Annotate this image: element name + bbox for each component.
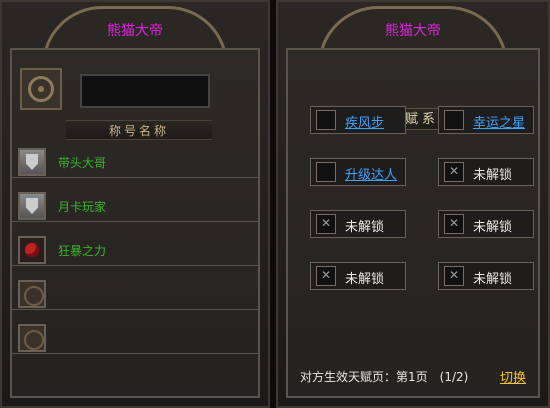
- title-row[interactable]: 狂暴之力: [12, 236, 258, 266]
- talent-footer: 对方生效天赋页：第1页 (1/2) 切换: [296, 366, 530, 386]
- talent-panel: 熊猫大帝 天赋系统 疾风步 幸运之星 升级达人 未解锁 未解锁 未解锁: [276, 0, 550, 408]
- empty-slot-icon: [18, 280, 46, 308]
- talent-slot[interactable]: 未解锁: [438, 262, 534, 290]
- shield-icon: [18, 192, 46, 220]
- lock-icon: [316, 214, 336, 234]
- talent-label: 未解锁: [473, 272, 513, 287]
- talent-label[interactable]: 幸运之星: [473, 112, 525, 131]
- talent-slot[interactable]: 疾风步: [310, 106, 406, 134]
- lock-icon: [444, 214, 464, 234]
- flame-icon: [316, 110, 336, 130]
- panel-topbar: 熊猫大帝: [2, 2, 268, 66]
- emblem-slot[interactable]: [20, 68, 62, 110]
- title-row[interactable]: [12, 280, 258, 310]
- talent-label: 未解锁: [345, 220, 385, 235]
- levelup-icon: [316, 162, 336, 182]
- title-section-header: 称号名称: [66, 120, 212, 140]
- title-list-frame: 称号名称 带头大哥 月卡玩家 狂暴之力: [10, 48, 260, 398]
- title-row[interactable]: 月卡玩家: [12, 192, 258, 222]
- shield-icon: [18, 148, 46, 176]
- panel-topbar: 熊猫大帝: [278, 2, 548, 66]
- character-name: 熊猫大帝: [107, 23, 163, 39]
- talent-slot[interactable]: 未解锁: [438, 210, 534, 238]
- talent-slot[interactable]: 未解锁: [310, 262, 406, 290]
- talent-label[interactable]: 升级达人: [345, 164, 397, 183]
- talent-slot[interactable]: 未解锁: [438, 158, 534, 186]
- lock-icon: [316, 266, 336, 286]
- talent-frame: 天赋系统 疾风步 幸运之星 升级达人 未解锁 未解锁 未解锁 未解锁: [286, 48, 540, 398]
- empty-slot-icon: [18, 324, 46, 352]
- talent-label: 未解锁: [473, 220, 513, 235]
- talent-slot[interactable]: 升级达人: [310, 158, 406, 186]
- character-name: 熊猫大帝: [385, 23, 441, 39]
- emblem-icon: [28, 76, 54, 102]
- talent-label: 未解锁: [473, 168, 513, 183]
- title-label: 带头大哥: [58, 156, 107, 170]
- title-row[interactable]: [12, 324, 258, 354]
- talent-slot[interactable]: 幸运之星: [438, 106, 534, 134]
- player-title-panel: 熊猫大帝 称号名称 带头大哥 月卡玩家 狂暴之力: [0, 0, 270, 408]
- rose-icon: [18, 236, 46, 264]
- title-label: 月卡玩家: [58, 200, 107, 214]
- star-icon: [444, 110, 464, 130]
- title-name-display: [80, 74, 210, 108]
- title-label: 狂暴之力: [58, 244, 107, 258]
- active-talent-page-info: 对方生效天赋页：第1页 (1/2): [300, 370, 469, 384]
- talent-label: 未解锁: [345, 272, 385, 287]
- lock-icon: [444, 162, 464, 182]
- title-row[interactable]: 带头大哥: [12, 148, 258, 178]
- talent-label[interactable]: 疾风步: [345, 112, 384, 131]
- switch-button[interactable]: 切换: [500, 367, 526, 386]
- lock-icon: [444, 266, 464, 286]
- talent-slot[interactable]: 未解锁: [310, 210, 406, 238]
